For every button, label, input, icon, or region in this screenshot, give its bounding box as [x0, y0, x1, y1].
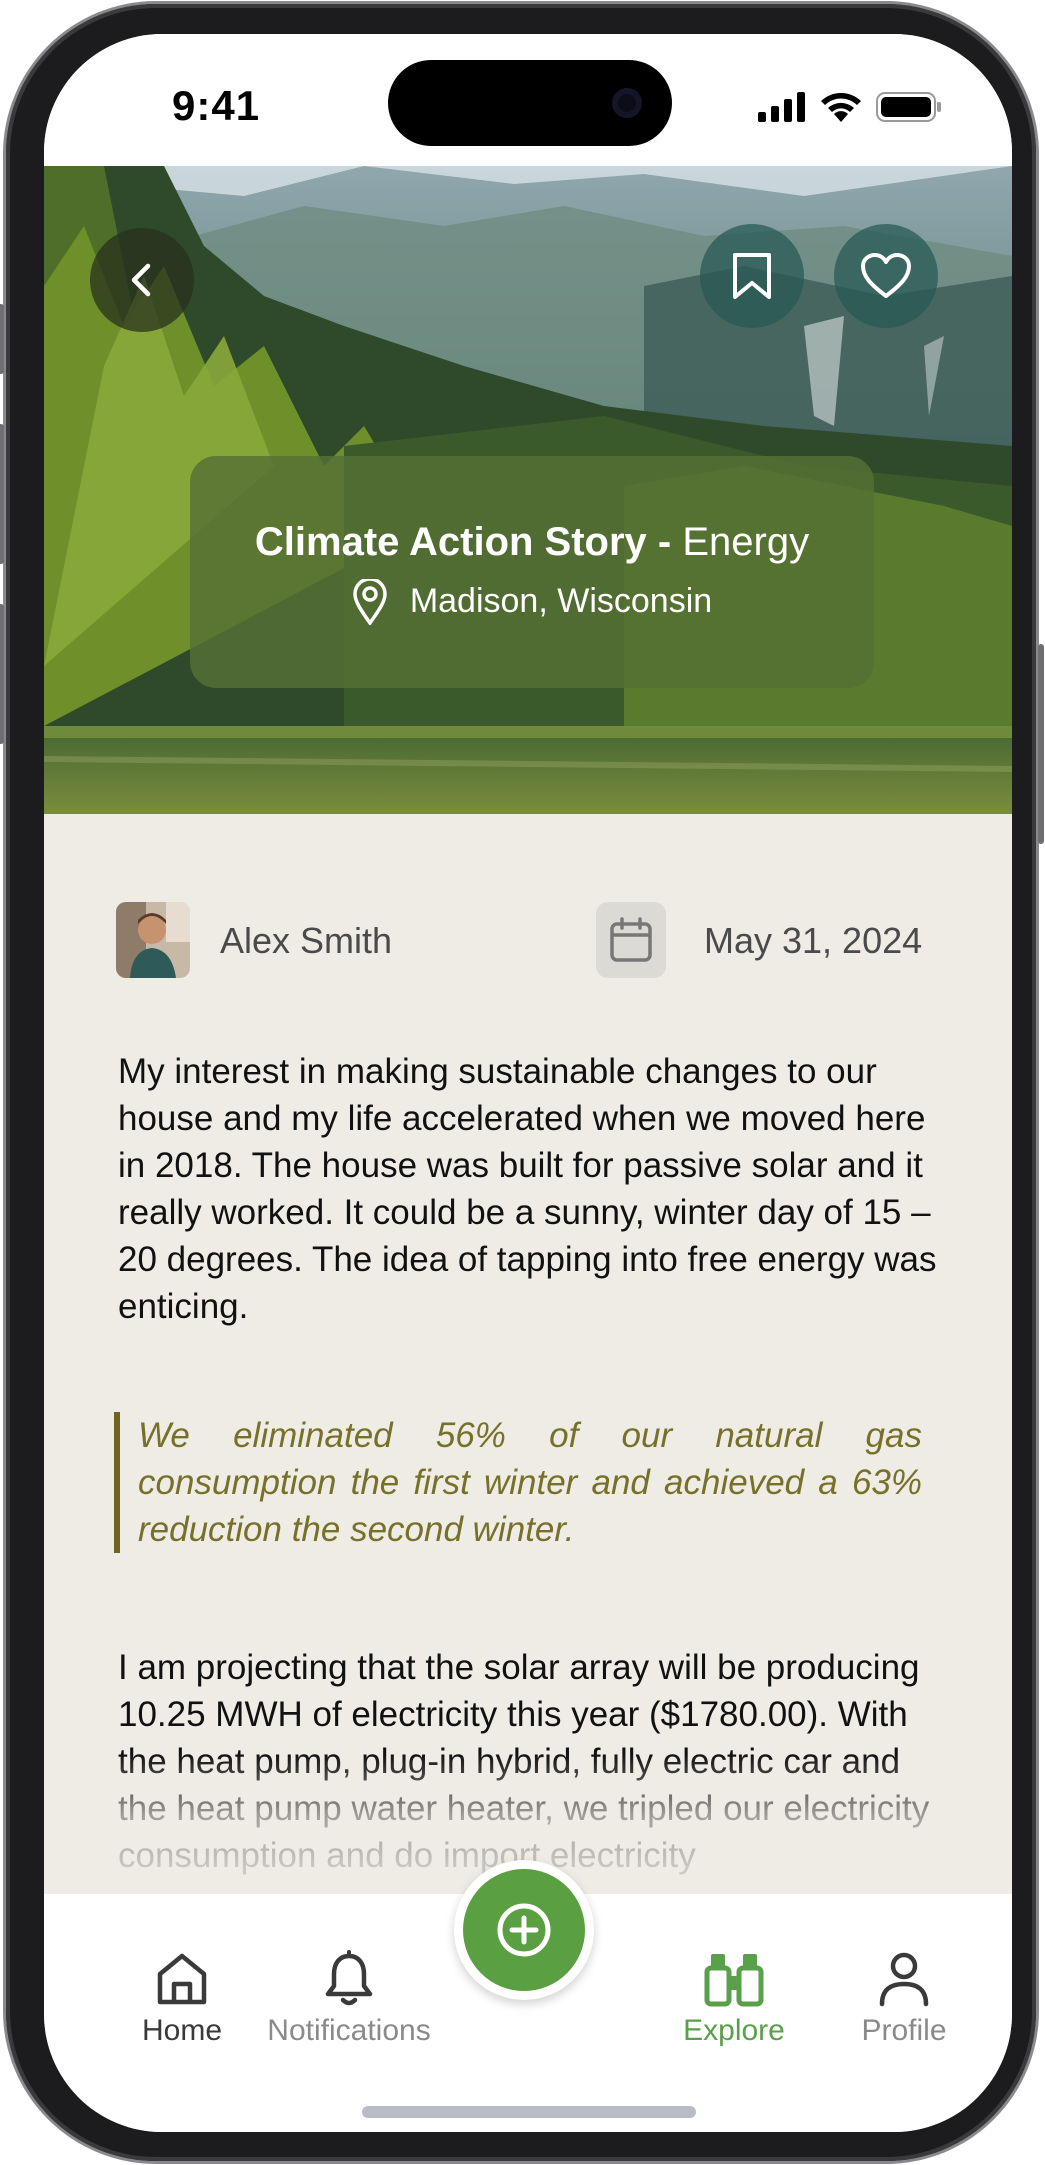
phone-frame: 9:41 Climate Action Story - Energy Madis… — [0, 4, 1044, 2161]
story-title: Climate Action Story — [254, 519, 647, 564]
bell-icon — [325, 1950, 373, 2006]
nav-profile-label: Profile — [861, 2014, 947, 2047]
volume-up-button — [0, 424, 4, 564]
home-icon — [157, 1953, 207, 2005]
heart-icon — [861, 253, 911, 298]
hero-image: Climate Action Story - Energy Madison, W… — [44, 166, 1012, 814]
home-indicator[interactable] — [362, 2106, 696, 2118]
status-time: 9:41 — [172, 82, 261, 129]
location-text: Madison, Wisconsin — [409, 582, 713, 620]
mute-switch — [0, 304, 4, 374]
screen: 9:41 Climate Action Story - Energy Madis… — [44, 34, 1012, 2132]
signal-icon — [758, 92, 805, 122]
story-paragraph-1: My interest in making sustainable change… — [118, 1052, 937, 1326]
person-icon — [879, 1952, 929, 2007]
nav-notifications[interactable]: Notifications — [234, 1950, 464, 2048]
battery-icon — [876, 92, 941, 122]
story-date: May 31, 2024 — [704, 920, 923, 961]
story-content: Alex Smith May 31, 2024 My interest in m… — [44, 814, 1012, 1894]
calendar-badge — [596, 902, 666, 978]
back-button[interactable] — [90, 228, 194, 332]
favorite-button[interactable] — [834, 224, 938, 328]
avatar[interactable] — [116, 902, 190, 978]
nav-explore[interactable]: Explore — [644, 1950, 824, 2048]
front-camera — [612, 88, 642, 118]
title-separator: - — [646, 519, 683, 564]
binoculars-icon — [704, 1954, 764, 2007]
story-title-card: Climate Action Story - Energy Madison, W… — [190, 456, 874, 688]
status-bar: 9:41 — [44, 34, 1012, 166]
add-circle-icon — [497, 1903, 551, 1957]
story-category: Energy — [682, 519, 810, 564]
bottom-navigation: Home Notifications Explore Profile — [44, 1860, 1012, 2132]
volume-down-button — [0, 604, 4, 744]
add-button-circle — [463, 1869, 585, 1991]
author-name[interactable]: Alex Smith — [220, 920, 392, 962]
dynamic-island — [388, 60, 672, 146]
story-quote: We eliminated 56% of our natural gas con… — [114, 1412, 922, 1553]
add-story-button[interactable] — [454, 1860, 594, 2000]
story-meta: Alex Smith May 31, 2024 — [116, 900, 946, 980]
nav-explore-label: Explore — [683, 2014, 785, 2047]
bookmark-icon — [733, 253, 771, 299]
status-icons — [758, 92, 942, 122]
nav-profile[interactable]: Profile — [824, 1950, 984, 2048]
story-location: Madison, Wisconsin — [352, 578, 713, 625]
story-title-line: Climate Action Story - Energy — [255, 520, 809, 565]
bookmark-button[interactable] — [700, 224, 804, 328]
wifi-icon — [821, 93, 861, 122]
nav-home-label: Home — [141, 2014, 223, 2047]
calendar-icon — [610, 917, 652, 962]
back-arrow-icon — [131, 263, 151, 297]
power-button — [1038, 644, 1044, 844]
location-pin-icon — [353, 578, 387, 625]
nav-notifications-label: Notifications — [267, 2014, 431, 2047]
nav-home[interactable]: Home — [112, 1950, 252, 2048]
